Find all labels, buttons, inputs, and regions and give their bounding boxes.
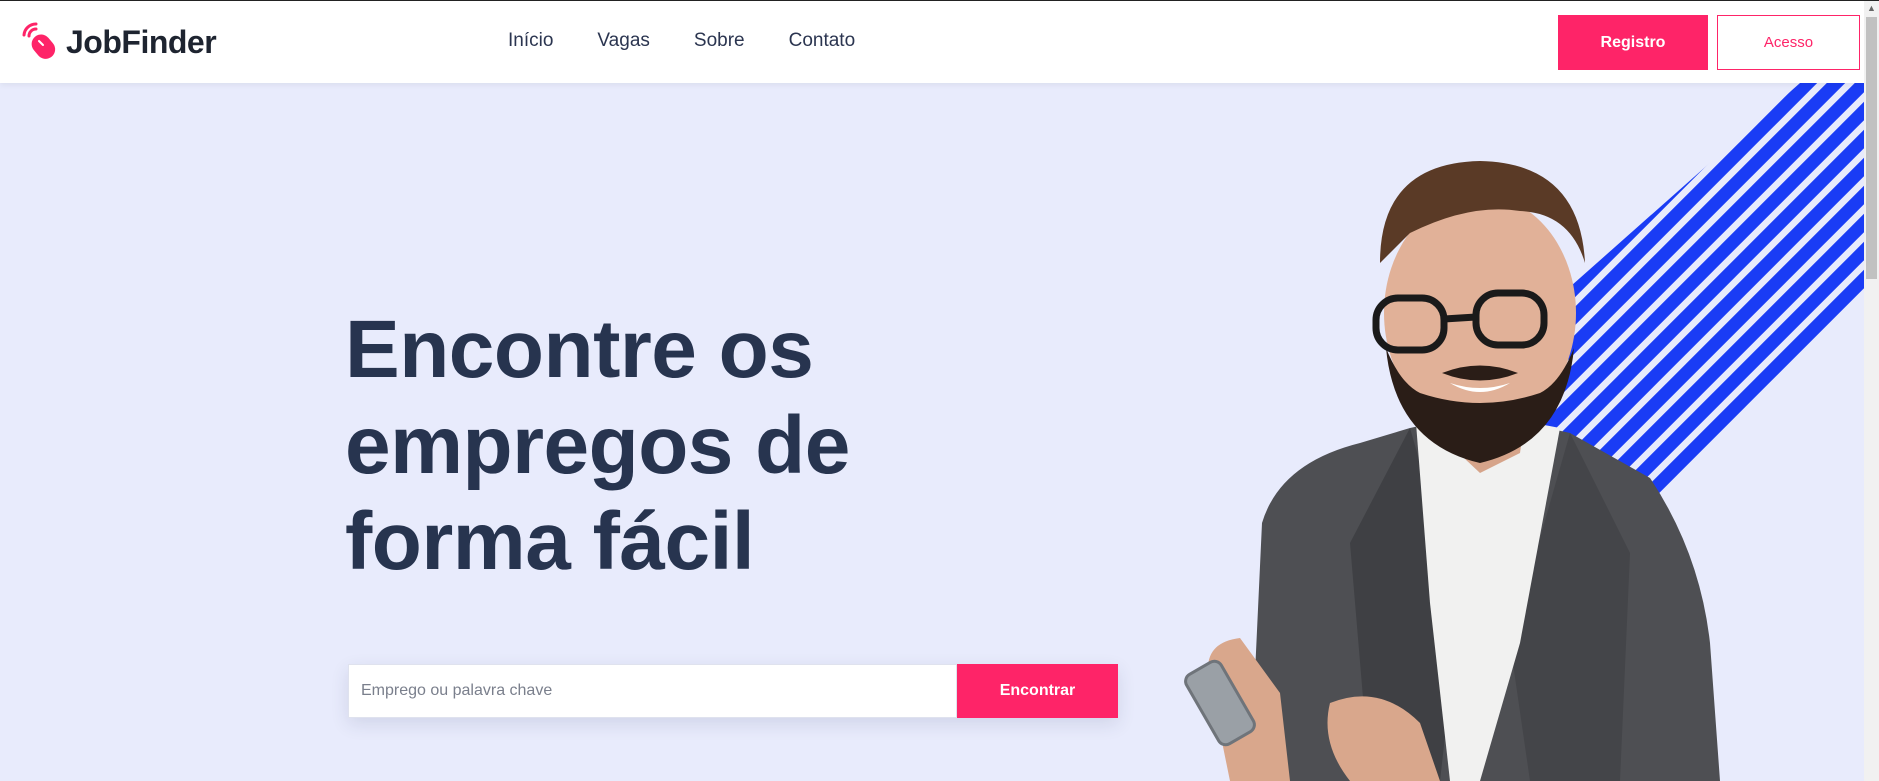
nav-link-inicio[interactable]: Início [508, 30, 553, 52]
nav-link-vagas[interactable]: Vagas [597, 30, 649, 52]
hero-title: Encontre os empregos de forma fácil [345, 302, 965, 590]
logo[interactable]: JobFinder [20, 21, 217, 63]
search-button[interactable]: Encontrar [957, 664, 1118, 718]
job-search-form: Encontrar [348, 664, 1118, 718]
hero-illustration [1180, 83, 1864, 781]
login-button[interactable]: Acesso [1717, 15, 1860, 70]
hero-title-line: forma fácil [345, 496, 755, 587]
nav-link-sobre[interactable]: Sobre [694, 30, 745, 52]
page-scrollbar[interactable]: ▲ [1864, 1, 1879, 781]
scrollbar-thumb[interactable] [1866, 17, 1877, 279]
chevron-up-icon[interactable]: ▲ [1864, 1, 1879, 15]
main-nav: Início Vagas Sobre Contato [508, 30, 899, 52]
brand-name: JobFinder [66, 23, 217, 60]
mouse-signal-icon [20, 21, 62, 63]
navbar: JobFinder Início Vagas Sobre Contato Reg… [0, 1, 1864, 83]
job-search-input[interactable] [348, 664, 957, 718]
window-top-border [0, 0, 1879, 1]
nav-link-contato[interactable]: Contato [789, 30, 856, 52]
hero-title-line: Encontre os [345, 304, 814, 395]
hero-title-line: empregos de [345, 400, 850, 491]
register-button[interactable]: Registro [1558, 15, 1708, 70]
